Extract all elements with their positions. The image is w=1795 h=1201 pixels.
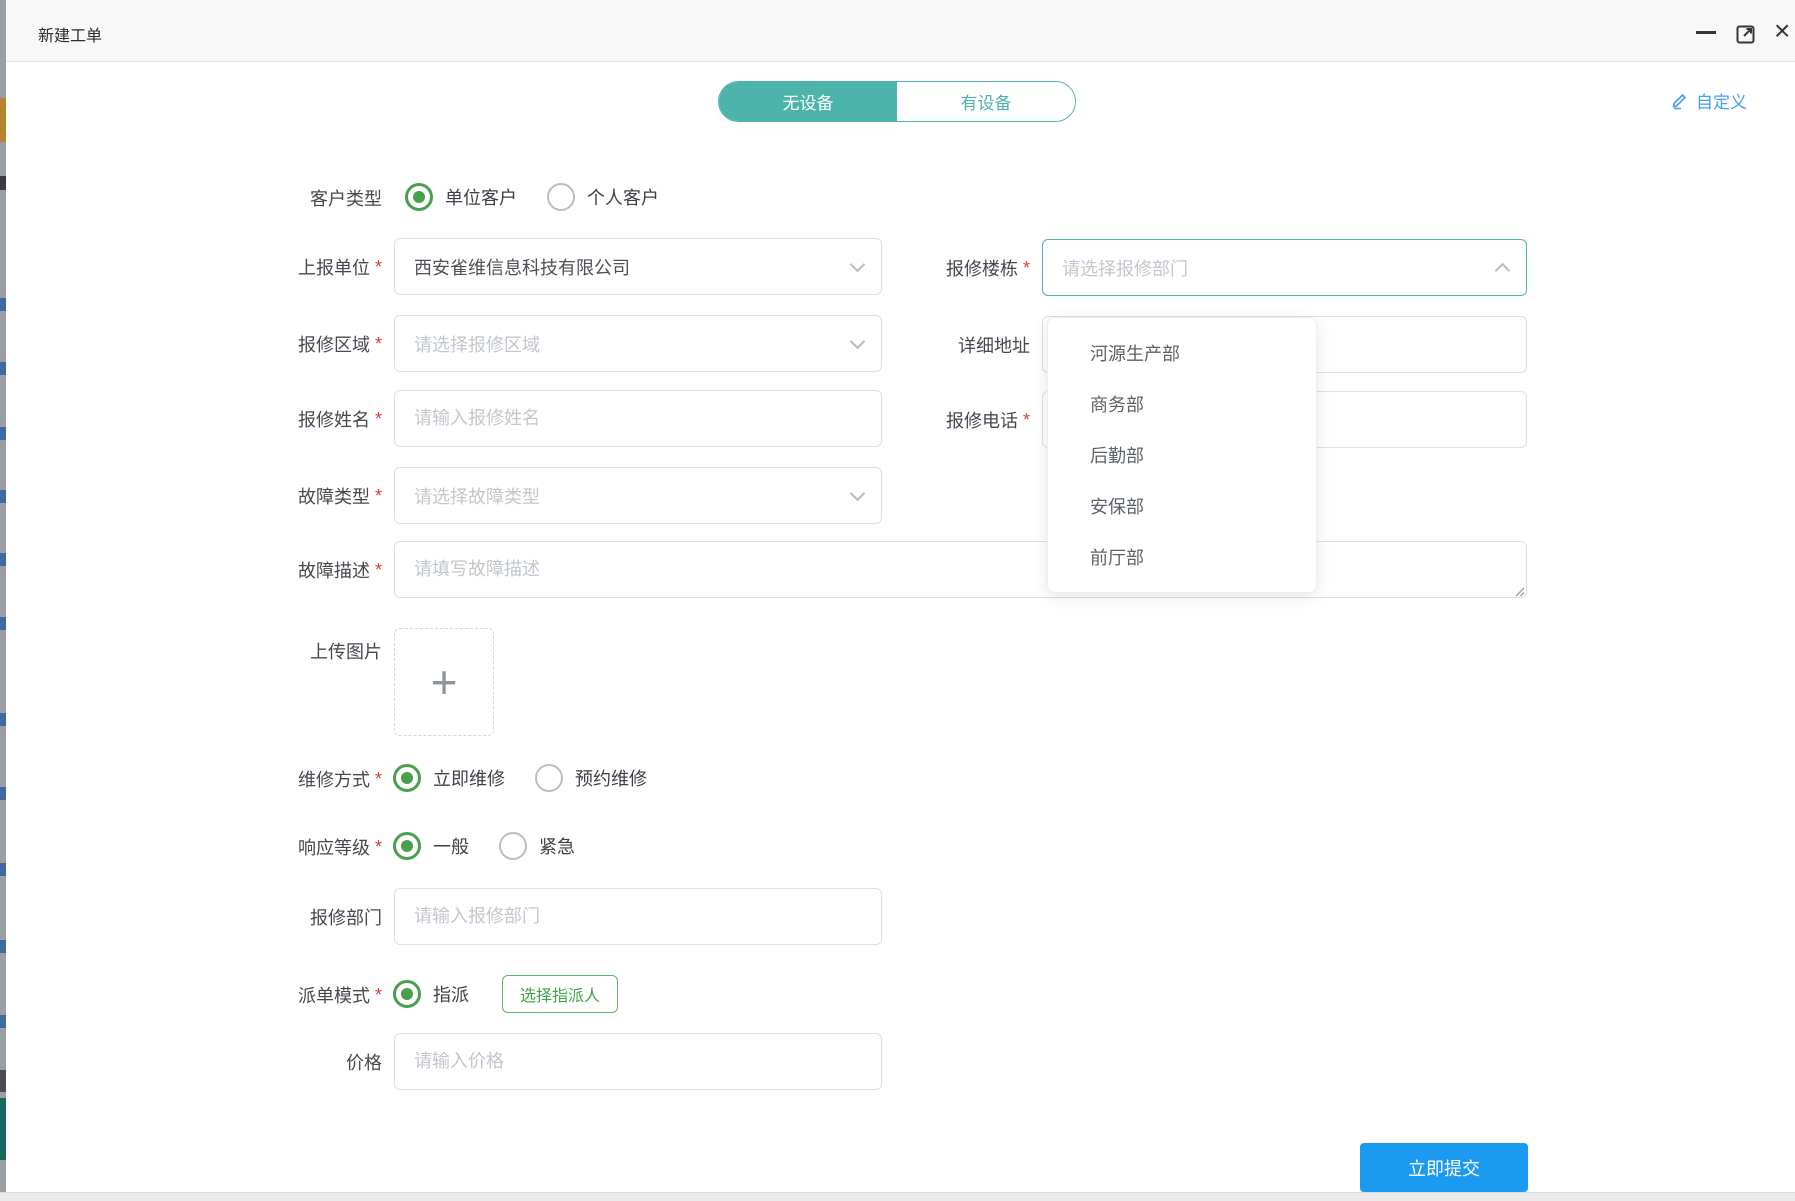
device-tabs: 无设备 有设备 — [718, 81, 1076, 122]
customer-type-radio-group: 单位客户 个人客户 — [405, 183, 659, 211]
radio-appointment-repair[interactable] — [535, 764, 563, 792]
radio-normal-level-label[interactable]: 一般 — [433, 833, 469, 859]
dropdown-item[interactable]: 商务部 — [1048, 380, 1316, 431]
repair-department-input[interactable] — [394, 888, 882, 945]
required-asterisk: * — [1023, 258, 1030, 279]
minimize-button[interactable] — [1692, 20, 1720, 44]
required-asterisk: * — [375, 560, 382, 581]
window-title: 新建工单 — [38, 22, 102, 46]
radio-normal-level[interactable] — [393, 832, 421, 860]
repair-building-select[interactable]: 请选择报修部门 — [1042, 239, 1527, 296]
sliver-teal-segment — [0, 1098, 6, 1160]
sliver-blue-dot — [0, 940, 6, 953]
new-workorder-dialog: 新建工单 × 无设备 有设备 自定义 客户类型 单位客户 — [0, 0, 1795, 1201]
window-titlebar: 新建工单 × — [0, 0, 1795, 62]
sliver-blue-dot — [0, 617, 6, 630]
repair-building-label: 报修楼栋* — [800, 256, 1030, 279]
tab-no-device[interactable]: 无设备 — [719, 82, 897, 121]
radio-urgent-level-label[interactable]: 紧急 — [539, 833, 575, 859]
required-asterisk: * — [1023, 410, 1030, 431]
required-asterisk: * — [375, 486, 382, 507]
report-unit-value: 西安雀维信息科技有限公司 — [414, 254, 630, 280]
sliver-blue-dot — [0, 553, 6, 566]
dispatch-mode-label: 派单模式* — [152, 983, 382, 1006]
fault-desc-textarea[interactable] — [394, 541, 1527, 598]
radio-immediate-repair-label[interactable]: 立即维修 — [433, 765, 505, 791]
sliver-blue-dot — [0, 713, 6, 726]
sliver-blue-dot — [0, 427, 6, 440]
sliver-dark-segment — [0, 176, 6, 190]
maximize-icon — [1734, 21, 1758, 45]
repair-phone-label: 报修电话* — [800, 408, 1030, 431]
required-asterisk: * — [375, 985, 382, 1006]
price-input[interactable] — [394, 1033, 882, 1090]
close-button[interactable]: × — [1774, 14, 1795, 48]
bottom-edge-strip — [0, 1192, 1795, 1201]
response-level-radio-group: 一般 紧急 — [393, 832, 575, 860]
upload-box[interactable]: + — [394, 628, 494, 736]
radio-assign[interactable] — [393, 980, 421, 1008]
close-icon: × — [1774, 15, 1790, 46]
dropdown-item[interactable]: 河源生产部 — [1048, 329, 1316, 380]
fault-type-select[interactable]: 请选择故障类型 — [394, 467, 882, 524]
customize-button[interactable]: 自定义 — [1670, 88, 1747, 113]
fault-desc-label: 故障描述* — [152, 558, 382, 581]
required-asterisk: * — [375, 257, 382, 278]
report-unit-label: 上报单位* — [152, 255, 382, 278]
radio-unit-customer-label[interactable]: 单位客户 — [445, 184, 517, 210]
submit-button[interactable]: 立即提交 — [1360, 1143, 1528, 1192]
background-page-sliver — [0, 0, 6, 1192]
sliver-blue-dot — [0, 787, 6, 800]
repair-area-label: 报修区域* — [152, 332, 382, 355]
required-asterisk: * — [375, 837, 382, 858]
detail-address-label: 详细地址 — [800, 333, 1030, 356]
required-asterisk: * — [375, 769, 382, 790]
edit-pencil-icon — [1670, 91, 1689, 110]
chevron-up-icon — [1496, 264, 1508, 276]
price-label: 价格 — [152, 1050, 382, 1073]
repair-building-placeholder: 请选择报修部门 — [1062, 255, 1188, 281]
sliver-blue-dot — [0, 298, 6, 311]
customer-type-label: 客户类型 — [152, 186, 382, 209]
required-asterisk: * — [375, 334, 382, 355]
sliver-blue-dot — [0, 362, 6, 375]
radio-urgent-level[interactable] — [499, 832, 527, 860]
sliver-blue-dot — [0, 1015, 6, 1028]
response-level-label: 响应等级* — [152, 835, 382, 858]
repair-building-dropdown-panel: 河源生产部 商务部 后勤部 安保部 前厅部 — [1047, 317, 1317, 593]
maximize-button[interactable] — [1734, 21, 1758, 45]
minimize-icon — [1696, 31, 1716, 34]
radio-personal-customer-label[interactable]: 个人客户 — [587, 184, 659, 210]
customize-label: 自定义 — [1696, 88, 1747, 113]
radio-assign-label[interactable]: 指派 — [433, 981, 469, 1007]
radio-appointment-repair-label[interactable]: 预约维修 — [575, 765, 647, 791]
radio-unit-customer[interactable] — [405, 183, 433, 211]
textarea-resize-handle[interactable] — [1512, 584, 1525, 597]
fault-type-label: 故障类型* — [152, 484, 382, 507]
repair-mode-radio-group: 立即维修 预约维修 — [393, 764, 647, 792]
required-asterisk: * — [375, 409, 382, 430]
tab-has-device[interactable]: 有设备 — [897, 82, 1075, 121]
upload-image-label: 上传图片 — [152, 639, 382, 662]
radio-immediate-repair[interactable] — [393, 764, 421, 792]
chevron-down-icon — [851, 487, 863, 499]
dropdown-item[interactable]: 前厅部 — [1048, 533, 1316, 584]
repair-mode-label: 维修方式* — [152, 767, 382, 790]
plus-icon: + — [431, 659, 458, 705]
repair-department-label: 报修部门 — [152, 905, 382, 928]
radio-personal-customer[interactable] — [547, 183, 575, 211]
choose-assignee-button[interactable]: 选择指派人 — [502, 975, 618, 1013]
repair-area-placeholder: 请选择报修区域 — [414, 331, 540, 357]
dropdown-item[interactable]: 安保部 — [1048, 482, 1316, 533]
repair-name-label: 报修姓名* — [152, 407, 382, 430]
sliver-blue-dot — [0, 863, 6, 876]
fault-type-placeholder: 请选择故障类型 — [414, 483, 540, 509]
sliver-gold-segment — [0, 98, 6, 142]
sliver-darkgray-segment — [0, 1070, 6, 1092]
sliver-blue-dot — [0, 490, 6, 503]
dispatch-mode-radio-group: 指派 — [393, 980, 469, 1008]
dropdown-item[interactable]: 后勤部 — [1048, 431, 1316, 482]
